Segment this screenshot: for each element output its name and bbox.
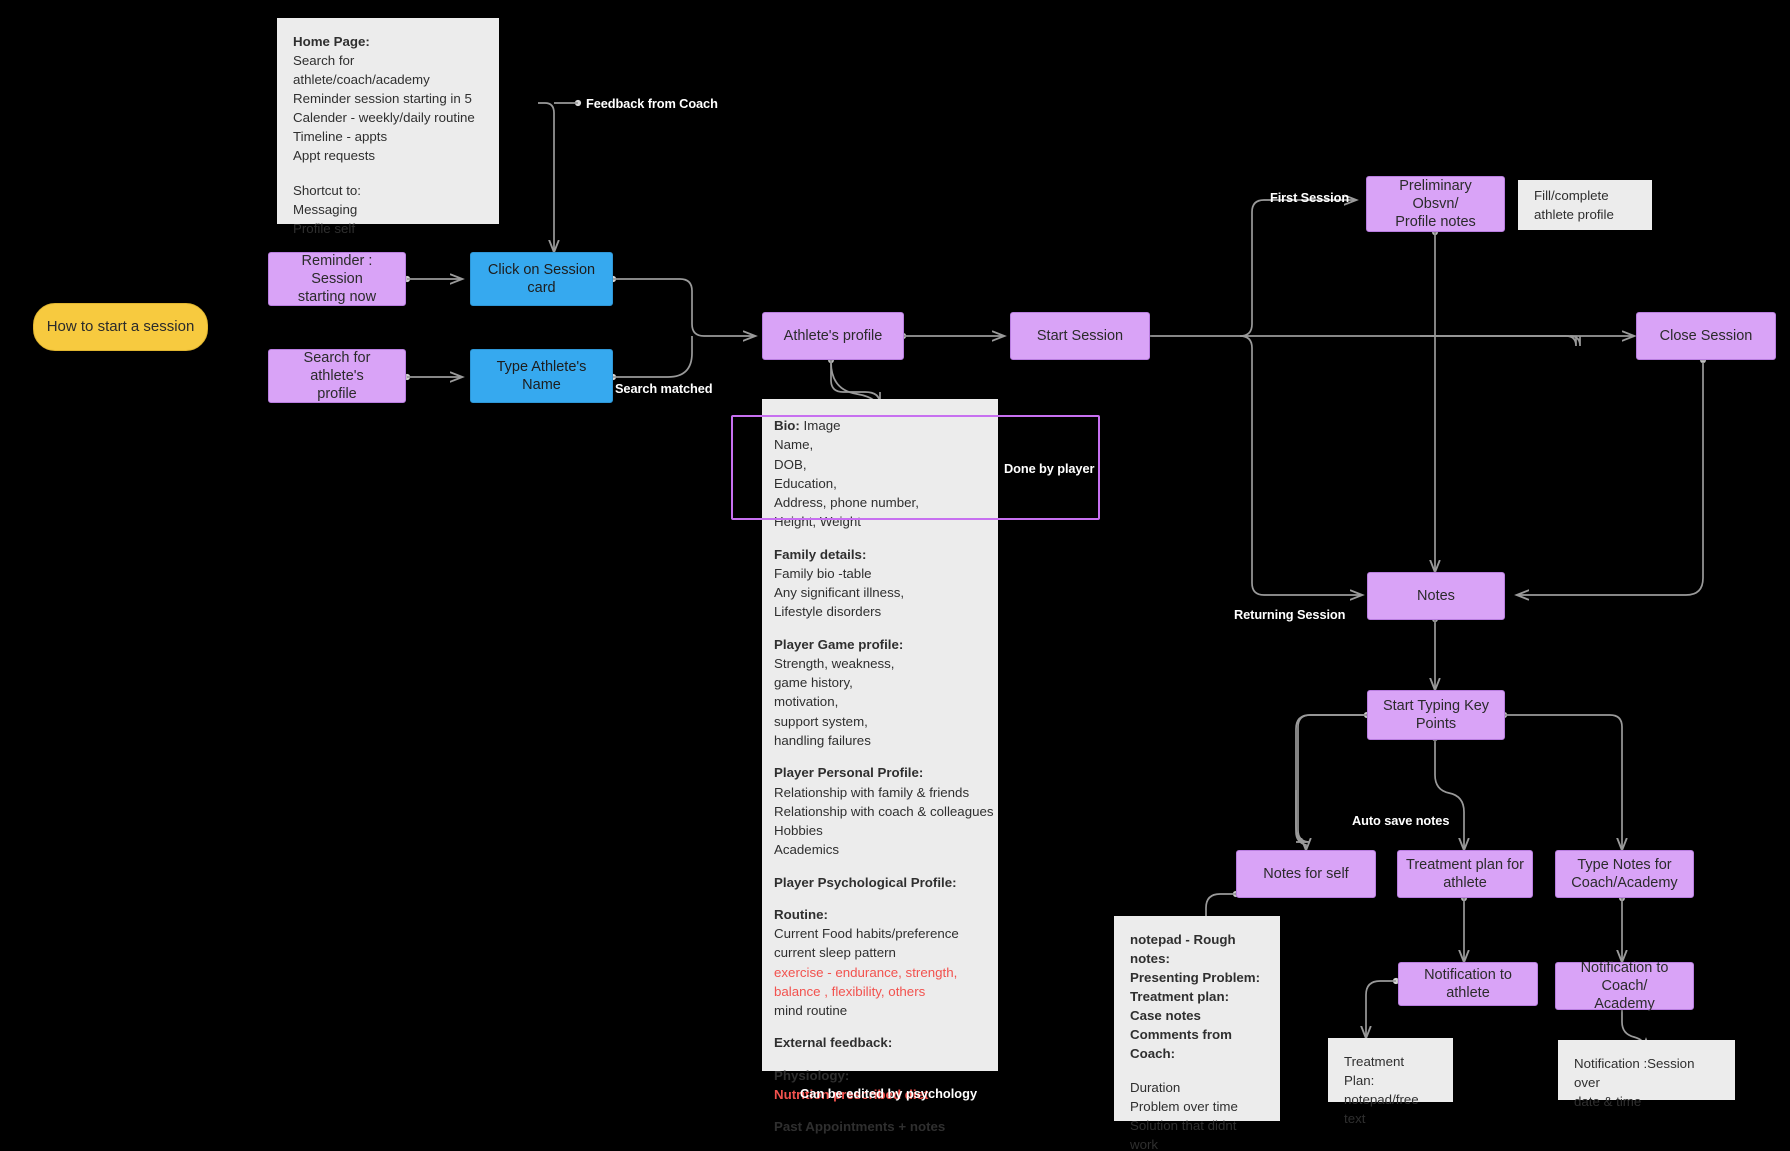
edge-label-done-by-player: Done by player bbox=[1004, 461, 1095, 476]
node-treatment-plan-for-athlete[interactable]: Treatment plan for athlete bbox=[1397, 850, 1533, 898]
profile-routine-section: Routine: Current Food habits/preference … bbox=[762, 905, 998, 1021]
profile-personal-line-2: Hobbies bbox=[774, 823, 823, 839]
node-preliminary-obsvn-profile-notes[interactable]: Preliminary Obsvn/ Profile notes bbox=[1366, 176, 1505, 232]
note-fill-complete-athlete-profile: Fill/complete athlete profile bbox=[1518, 180, 1652, 230]
profile-routine-red-line-0: exercise - endurance, strength, bbox=[774, 964, 958, 980]
home-page-note-line-2: Calender - weekly/daily routine bbox=[293, 110, 475, 125]
home-page-note-line-3: Timeline - appts bbox=[293, 129, 388, 144]
home-page-note-shortcut-0: Messaging bbox=[293, 202, 358, 217]
notepad-line-1: Presenting Problem: bbox=[1130, 970, 1261, 985]
profile-personal-line-0: Relationship with family & friends bbox=[774, 784, 970, 800]
profile-bio-line-0: Name, bbox=[774, 437, 814, 453]
note-notepad-rough-notes: notepad - Rough notes: Presenting Proble… bbox=[1114, 916, 1280, 1151]
profile-game-line-1: game history, bbox=[774, 675, 853, 691]
edge-label-returning-session: Returning Session bbox=[1234, 607, 1346, 622]
home-page-note-line-0: Search for athlete/coach/academy bbox=[293, 53, 430, 87]
edge-label-feedback-from-coach: Feedback from Coach bbox=[586, 96, 718, 111]
profile-family-line-0: Family bio -table bbox=[774, 565, 872, 581]
profile-psychological-section: Player Psychological Profile: bbox=[762, 873, 998, 892]
node-notification-to-athlete[interactable]: Notification to athlete bbox=[1398, 962, 1538, 1006]
profile-routine-red-line-1: balance , flexibility, others bbox=[774, 983, 926, 999]
edge-label-first-session: First Session bbox=[1270, 190, 1350, 205]
profile-game-line-2: motivation, bbox=[774, 694, 839, 710]
home-page-note-line-4: Appt requests bbox=[293, 148, 376, 163]
home-page-note-title: Home Page: bbox=[293, 34, 370, 49]
profile-routine-last-line: mind routine bbox=[774, 1003, 848, 1019]
profile-family-title: Family details: bbox=[774, 546, 867, 562]
profile-past-appointments: Past Appointments + notes bbox=[774, 1119, 946, 1135]
profile-game-title: Player Game profile: bbox=[774, 636, 904, 652]
profile-family-line-1: Any significant illness, bbox=[774, 585, 905, 601]
profile-game-line-3: support system, bbox=[774, 713, 868, 729]
node-start-typing-key-points[interactable]: Start Typing Key Points bbox=[1367, 690, 1505, 740]
node-start-session[interactable]: Start Session bbox=[1010, 312, 1150, 360]
node-type-notes-for-coach-academy[interactable]: Type Notes for Coach/Academy bbox=[1555, 850, 1694, 898]
profile-past-appointments-section: Past Appointments + notes bbox=[762, 1117, 998, 1136]
flowchart-canvas: Home Page: Search for athlete/coach/acad… bbox=[0, 0, 1790, 1151]
profile-bio-section: Bio: Image Name, DOB, Education, Address… bbox=[762, 416, 998, 532]
notepad-body-2: Solution that didnt work bbox=[1130, 1118, 1237, 1151]
node-notification-to-coach-academy[interactable]: Notification to Coach/ Academy bbox=[1555, 960, 1694, 1012]
node-reminder-session-starting-now[interactable]: Reminder : Session starting now bbox=[268, 252, 406, 306]
node-how-to-start-a-session[interactable]: How to start a session bbox=[33, 303, 208, 351]
notepad-line-3: Case notes bbox=[1130, 1008, 1201, 1023]
profile-external-feedback-title: External feedback: bbox=[774, 1035, 893, 1051]
home-page-note-shortcut-title: Shortcut to: bbox=[293, 183, 361, 198]
profile-bio-line-1: DOB, bbox=[774, 456, 807, 472]
node-notes-for-self[interactable]: Notes for self bbox=[1236, 850, 1376, 898]
home-page-note-line-1: Reminder session starting in 5 bbox=[293, 91, 472, 106]
profile-routine-title: Routine: bbox=[774, 906, 828, 922]
home-page-note: Home Page: Search for athlete/coach/acad… bbox=[277, 18, 499, 236]
home-page-note-shortcut-1: Profile self bbox=[293, 221, 356, 236]
notepad-spacer bbox=[1130, 1063, 1264, 1078]
note-notification-session-over: Notification :Session over date & time bbox=[1558, 1040, 1735, 1109]
profile-routine-line-0: Current Food habits/preference bbox=[774, 926, 959, 942]
caption-can-be-edited-by-psychology: Can be edited by psychology bbox=[800, 1086, 978, 1101]
notepad-line-0: notepad - Rough notes: bbox=[1130, 932, 1236, 966]
node-close-session[interactable]: Close Session bbox=[1636, 312, 1776, 360]
edge-label-search-matched: Search matched bbox=[615, 381, 713, 396]
node-athletes-profile[interactable]: Athlete's profile bbox=[762, 312, 904, 360]
profile-game-section: Player Game profile: Strength, weakness,… bbox=[762, 635, 998, 751]
node-click-on-session-card[interactable]: Click on Session card bbox=[470, 252, 613, 306]
node-search-for-athletes-profile[interactable]: Search for athlete's profile bbox=[268, 349, 406, 403]
profile-personal-line-3: Academics bbox=[774, 842, 840, 858]
notepad-line-4: Comments from Coach: bbox=[1130, 1027, 1232, 1061]
notepad-body-0: Duration bbox=[1130, 1080, 1181, 1095]
notepad-line-2: Treatment plan: bbox=[1130, 989, 1230, 1004]
profile-personal-line-1: Relationship with coach & colleagues bbox=[774, 803, 994, 819]
note-treatment-plan-notepad: Treatment Plan: notepad/free text bbox=[1328, 1038, 1453, 1126]
profile-external-feedback-section: External feedback: bbox=[762, 1033, 998, 1052]
profile-family-section: Family details: Family bio -table Any si… bbox=[762, 545, 998, 622]
edge-label-auto-save-notes: Auto save notes bbox=[1352, 813, 1450, 828]
athlete-profile-detail-card: Bio: Image Name, DOB, Education, Address… bbox=[762, 399, 998, 1134]
profile-bio-label: Bio: bbox=[774, 418, 800, 433]
profile-game-line-4: handling failures bbox=[774, 732, 871, 748]
node-type-athletes-name[interactable]: Type Athlete's Name bbox=[470, 349, 613, 403]
node-notes[interactable]: Notes bbox=[1367, 572, 1505, 620]
home-page-note-spacer bbox=[293, 165, 483, 181]
profile-routine-line-1: current sleep pattern bbox=[774, 945, 896, 961]
profile-personal-section: Player Personal Profile: Relationship wi… bbox=[762, 763, 998, 859]
profile-bio-first-value: Image bbox=[799, 418, 841, 433]
profile-bio-line-4: Height, Weight bbox=[774, 514, 861, 530]
profile-family-line-2: Lifestyle disorders bbox=[774, 604, 882, 620]
profile-physiology-title: Physiology: bbox=[774, 1067, 850, 1083]
profile-bio-line-3: Address, phone number, bbox=[774, 495, 919, 511]
notepad-body-1: Problem over time bbox=[1130, 1099, 1238, 1114]
profile-psychological-title: Player Psychological Profile: bbox=[774, 874, 957, 890]
profile-game-line-0: Strength, weakness, bbox=[774, 655, 895, 671]
profile-bio-line-2: Education, bbox=[774, 475, 837, 491]
profile-personal-title: Player Personal Profile: bbox=[774, 765, 924, 781]
